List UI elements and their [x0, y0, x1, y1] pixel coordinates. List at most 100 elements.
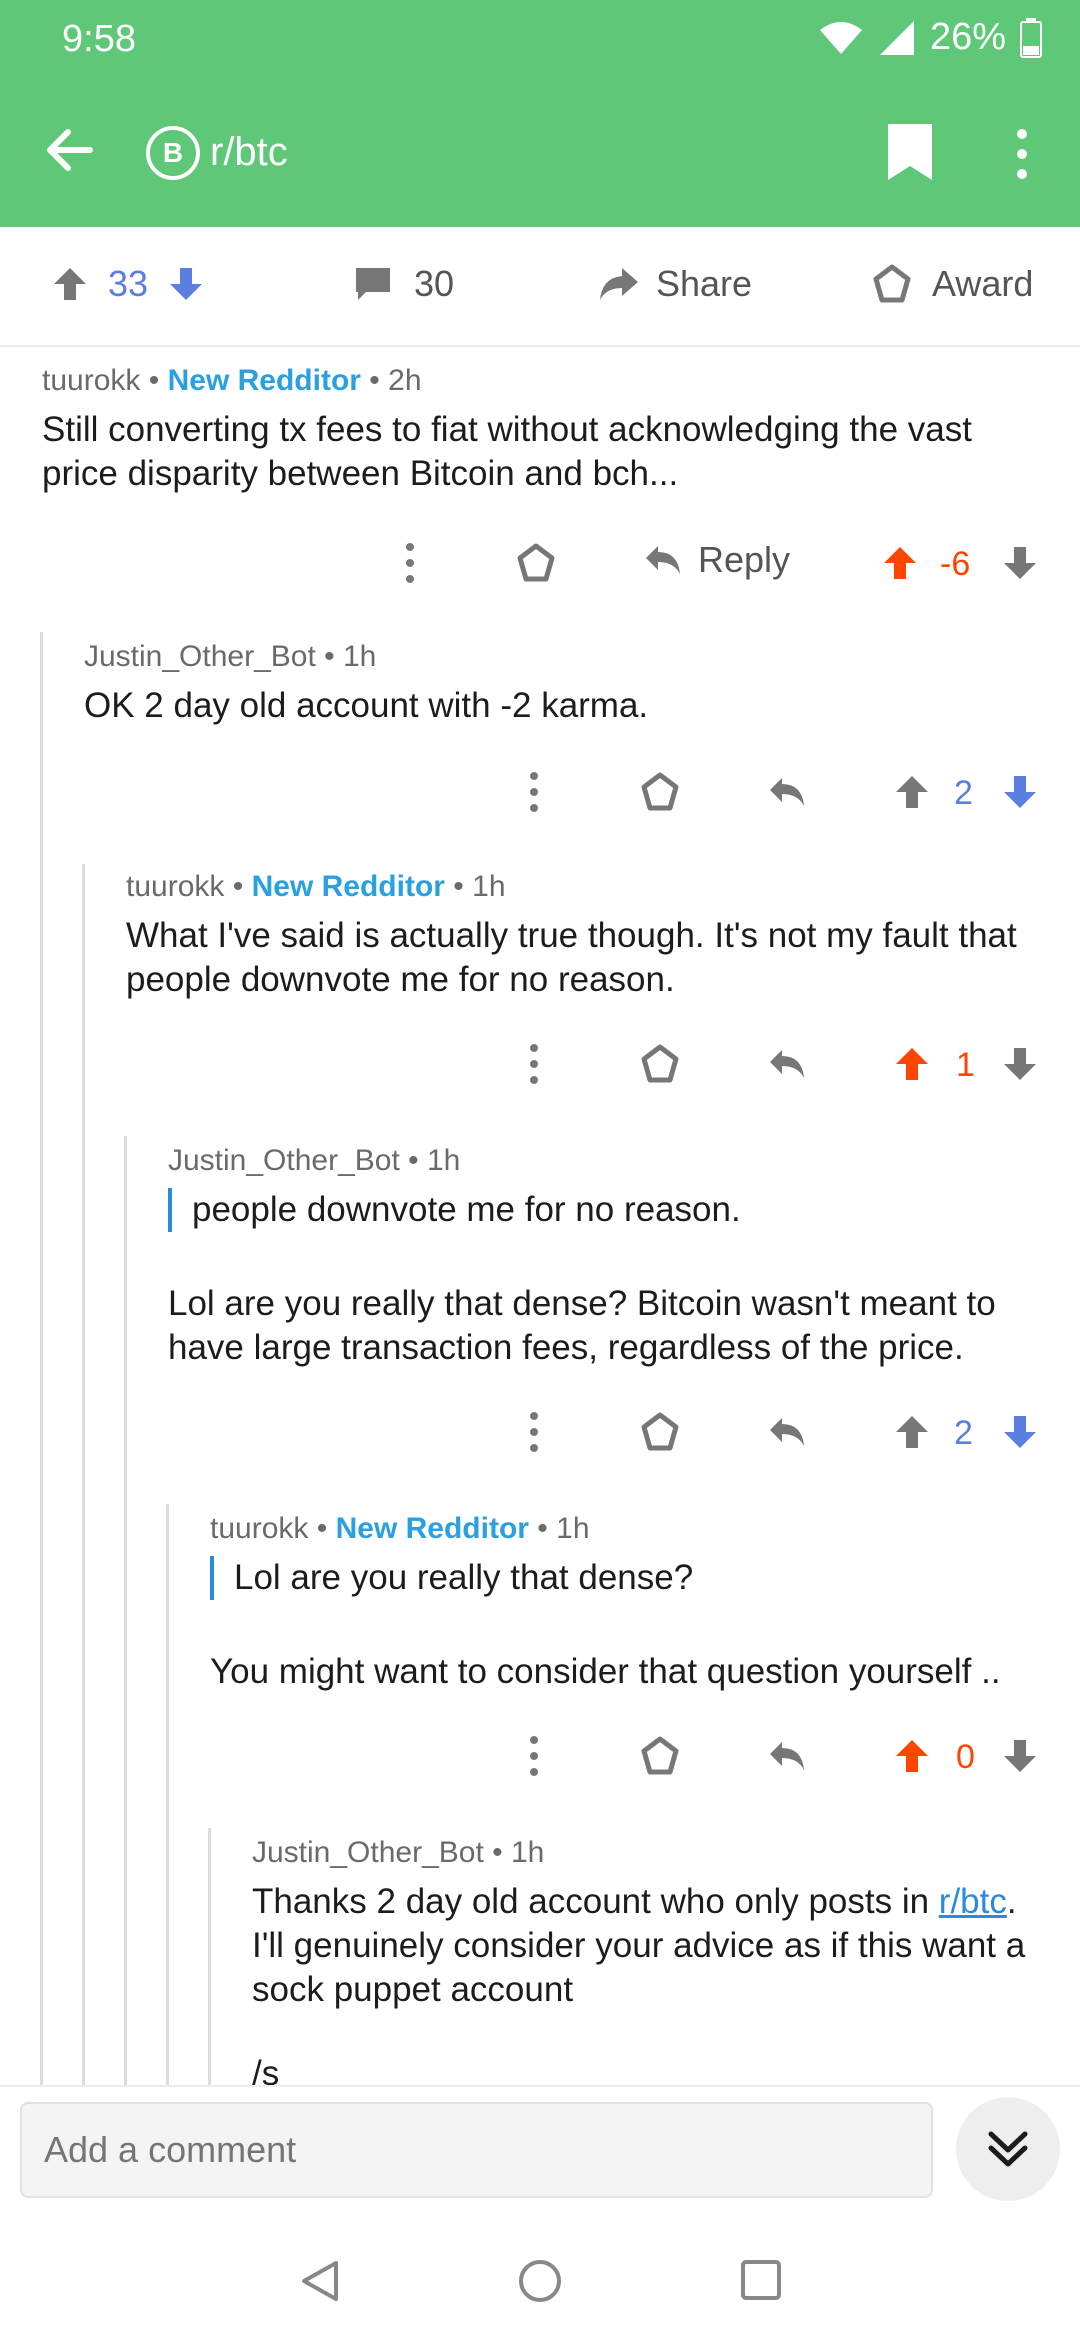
more-options-icon[interactable] — [522, 1410, 546, 1454]
comment-author[interactable]: tuurokk — [210, 1512, 308, 1545]
downvote-icon[interactable] — [1000, 543, 1040, 583]
upvote-icon[interactable] — [892, 772, 932, 812]
comment-body: What I've said is actually true though. … — [126, 916, 1017, 999]
more-options-icon[interactable] — [1000, 124, 1044, 184]
post-score: 33 — [108, 263, 149, 304]
reply-icon[interactable] — [766, 772, 808, 812]
share-button[interactable]: Share — [596, 263, 752, 305]
downvote-icon[interactable] — [1000, 1736, 1040, 1776]
bookmark-icon[interactable] — [884, 122, 936, 182]
award-icon[interactable] — [640, 772, 680, 812]
comment-age: 1h — [511, 1836, 545, 1869]
comments-count-button[interactable]: 30 — [352, 263, 454, 305]
meta-separator: • — [492, 1836, 503, 1869]
system-nav-bar — [0, 2215, 1080, 2340]
upvote-icon[interactable] — [892, 1736, 932, 1776]
downvote-icon[interactable] — [1000, 1044, 1040, 1084]
comment-quote: people downvote me for no reason. — [168, 1188, 1048, 1232]
comment-author[interactable]: tuurokk — [126, 870, 224, 903]
meta-separator: • — [408, 1144, 419, 1177]
comment-bubble-icon — [356, 268, 390, 300]
award-icon[interactable] — [640, 1736, 680, 1776]
nav-home-icon[interactable] — [518, 2259, 562, 2303]
reply-icon[interactable] — [766, 1412, 808, 1452]
wifi-icon — [819, 21, 862, 54]
comment-meta: Justin_Other_Bot • 1h — [252, 1836, 1052, 1870]
signal-icon — [879, 20, 914, 55]
toolbar: B r/btc — [0, 100, 1080, 200]
comment-age: 1h — [343, 640, 377, 673]
comment-body-trailing: /s — [252, 2054, 280, 2085]
comment-score: 0 — [956, 1738, 975, 1776]
meta-separator: • — [316, 1512, 328, 1545]
comment: Justin_Other_Bot • 1h people downvote me… — [168, 1144, 1048, 1370]
status-time: 9:58 — [62, 18, 136, 60]
status-bar: 9:58 26% — [0, 0, 1080, 80]
more-options-icon[interactable] — [522, 1734, 546, 1778]
meta-separator: • — [324, 640, 335, 673]
comment-score: 1 — [956, 1046, 975, 1084]
battery-icon — [1020, 17, 1042, 58]
upvote-icon[interactable] — [892, 1044, 932, 1084]
comment-author[interactable]: Justin_Other_Bot — [84, 640, 316, 673]
comment-actions: 2 — [0, 762, 1080, 822]
comment-body: Lol are you really that dense? Bitcoin w… — [168, 1284, 996, 1367]
meta-separator: • — [232, 870, 244, 903]
upvote-icon[interactable] — [50, 264, 90, 304]
more-options-icon[interactable] — [522, 770, 546, 814]
upvote-icon[interactable] — [880, 543, 920, 583]
comment-meta: tuurokk • New Redditor • 2h — [42, 364, 1052, 398]
downvote-icon[interactable] — [166, 264, 206, 304]
comment-body-part: Thanks 2 day old account who only posts … — [252, 1882, 939, 1921]
more-options-icon[interactable] — [398, 541, 422, 585]
comment: Justin_Other_Bot • 1h Thanks 2 day old a… — [252, 1836, 1052, 2085]
add-comment-input[interactable] — [20, 2102, 933, 2198]
comment-meta: Justin_Other_Bot • 1h — [84, 640, 1044, 674]
reply-icon[interactable] — [766, 1736, 808, 1776]
comment-meta: tuurokk • New Redditor • 1h — [126, 870, 1046, 904]
more-options-icon[interactable] — [522, 1042, 546, 1086]
battery-percent: 26% — [929, 16, 1006, 58]
award-label: Award — [932, 263, 1034, 304]
subreddit-link[interactable]: r/btc — [939, 1882, 1007, 1921]
collapse-expand-button[interactable] — [956, 2097, 1060, 2201]
meta-separator: • — [537, 1512, 548, 1545]
comment-score: -6 — [940, 545, 971, 583]
comment-age: 1h — [427, 1144, 461, 1177]
award-icon[interactable] — [640, 1044, 680, 1084]
comment-meta: tuurokk • New Redditor • 1h — [210, 1512, 1060, 1546]
comment-body: You might want to consider that question… — [210, 1652, 1001, 1691]
comment-body: OK 2 day old account with -2 karma. — [84, 686, 649, 725]
subreddit-logo-icon[interactable]: B — [146, 126, 200, 180]
reply-button[interactable]: Reply — [642, 539, 790, 581]
thread-line-3[interactable] — [124, 1136, 127, 2087]
thread-line-1[interactable] — [40, 632, 43, 2087]
nav-recents-icon[interactable] — [740, 2259, 782, 2301]
reply-icon — [646, 546, 680, 574]
upvote-icon[interactable] — [892, 1412, 932, 1452]
downvote-icon[interactable] — [1000, 1412, 1040, 1452]
back-arrow-icon[interactable] — [40, 120, 100, 180]
comment: tuurokk • New Redditor • 1h Lol are you … — [210, 1512, 1060, 1694]
subreddit-title[interactable]: r/btc — [210, 130, 288, 175]
award-button[interactable]: Award — [872, 263, 1033, 305]
award-icon[interactable] — [640, 1412, 680, 1452]
comment-actions: 1 — [0, 1034, 1080, 1094]
comment-age: 1h — [472, 870, 506, 903]
award-icon — [873, 264, 911, 303]
comment-score: 2 — [954, 1414, 973, 1452]
nav-back-icon[interactable] — [300, 2259, 340, 2303]
comment-author[interactable]: Justin_Other_Bot — [252, 1836, 484, 1869]
reply-icon[interactable] — [766, 1044, 808, 1084]
author-flair: New Redditor — [251, 870, 445, 903]
app-header: 9:58 26% B r/btc — [0, 0, 1080, 227]
comment-author[interactable]: Justin_Other_Bot — [168, 1144, 400, 1177]
meta-separator: • — [453, 870, 464, 903]
thread-line-4[interactable] — [166, 1504, 169, 2087]
comment-author[interactable]: tuurokk — [42, 364, 140, 397]
comment-body: Thanks 2 day old account who only posts … — [252, 1880, 1052, 2012]
award-icon[interactable] — [516, 543, 556, 583]
comment: tuurokk • New Redditor • 1h What I've sa… — [126, 870, 1046, 1002]
downvote-icon[interactable] — [1000, 772, 1040, 812]
thread-line-5[interactable] — [208, 1828, 211, 2087]
